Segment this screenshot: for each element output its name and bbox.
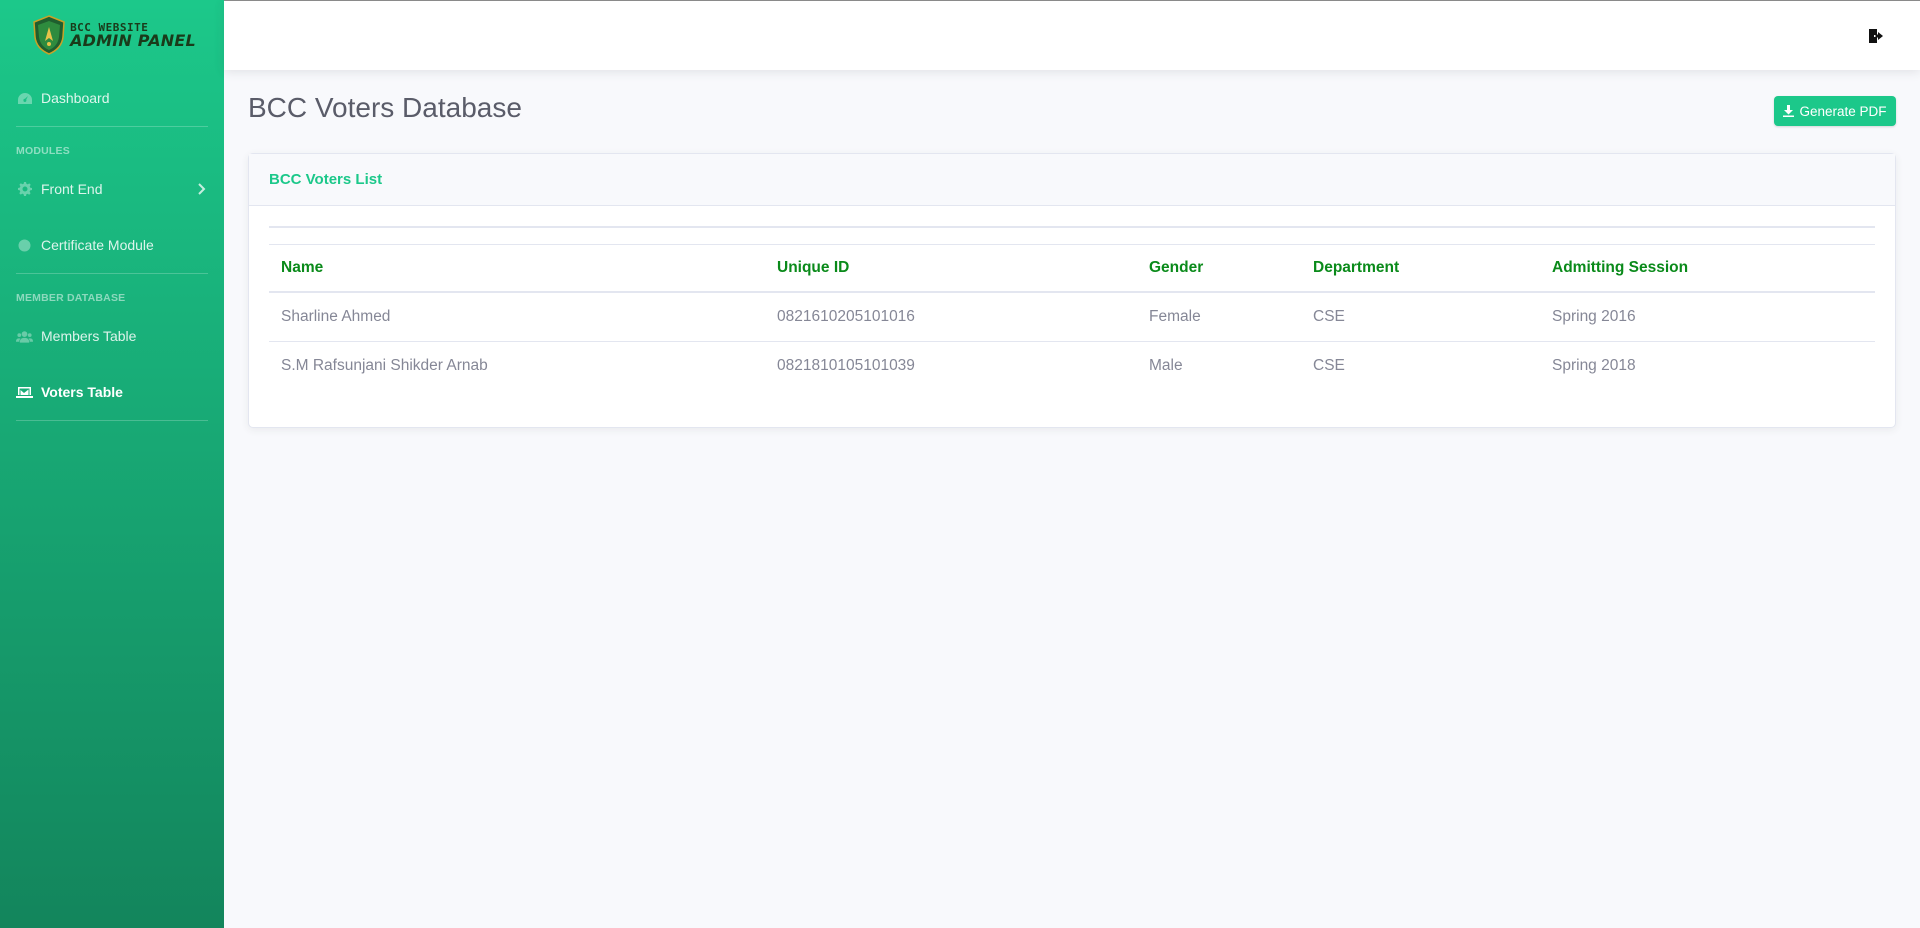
- column-header-name[interactable]: Name: [269, 244, 765, 293]
- brand[interactable]: BCC WEBSITE ADMIN PANEL: [0, 0, 224, 70]
- sidebar-item-dashboard[interactable]: Dashboard: [0, 70, 224, 126]
- laptop-icon: [16, 385, 33, 399]
- users-icon: [16, 329, 33, 343]
- card-title: BCC Voters List: [249, 154, 1895, 206]
- cell-unique-id: 0821610205101016: [765, 292, 1137, 342]
- sidebar-item-label: Certificate Module: [41, 237, 154, 253]
- section-heading-member-database: MEMBER DATABASE: [16, 292, 126, 304]
- voters-list-card: BCC Voters List Name Unique ID Gender De…: [248, 153, 1896, 428]
- sidebar-item-label: Dashboard: [41, 90, 110, 106]
- circle-icon: [16, 238, 33, 252]
- cell-name: Sharline Ahmed: [269, 292, 765, 342]
- table-top-divider: [269, 226, 1875, 228]
- cell-admitting-session: Spring 2018: [1552, 357, 1636, 374]
- sidebar-item-members-table[interactable]: Members Table: [0, 308, 224, 364]
- brand-line-2: ADMIN PANEL: [70, 30, 196, 50]
- sidebar-item-front-end[interactable]: Front End: [0, 161, 224, 217]
- generate-pdf-button[interactable]: Generate PDF: [1774, 96, 1896, 126]
- sidebar: BCC WEBSITE ADMIN PANEL Dashboard MODULE…: [0, 0, 224, 928]
- cell-department: CSE: [1313, 357, 1345, 374]
- column-header-gender[interactable]: Gender: [1137, 244, 1301, 293]
- column-header-admitting-session[interactable]: Admitting Session: [1540, 244, 1875, 293]
- shield-logo-icon: [33, 15, 65, 55]
- sidebar-divider: [16, 420, 208, 421]
- cell-department: CSE: [1301, 292, 1540, 342]
- brand-logo: BCC WEBSITE ADMIN PANEL: [32, 15, 196, 55]
- topbar: [224, 0, 1920, 70]
- cell-unique-id: 0821810105101039: [777, 357, 915, 374]
- voters-table: Name Unique ID Gender Department Admitti…: [269, 244, 1875, 390]
- cell-name: S.M Rafsunjani Shikder Arnab: [281, 357, 488, 374]
- table-row: S.M Rafsunjani Shikder Arnab 08218101051…: [269, 342, 1875, 391]
- gear-icon: [16, 182, 33, 196]
- download-icon: [1783, 105, 1795, 117]
- table-row: Sharline Ahmed 0821610205101016 Female C…: [269, 292, 1875, 342]
- table-header-row: Name Unique ID Gender Department Admitti…: [269, 244, 1875, 293]
- section-heading-modules: MODULES: [16, 145, 70, 157]
- cell-gender: Female: [1137, 292, 1301, 342]
- chevron-right-icon: [198, 183, 206, 195]
- column-header-unique-id[interactable]: Unique ID: [765, 244, 1137, 293]
- sidebar-item-certificate-module[interactable]: Certificate Module: [0, 217, 224, 273]
- column-header-department[interactable]: Department: [1301, 244, 1540, 293]
- sign-out-icon[interactable]: [1868, 28, 1884, 44]
- cell-gender: Male: [1149, 357, 1183, 374]
- page-title: BCC Voters Database: [248, 92, 522, 123]
- sidebar-item-label: Members Table: [41, 328, 137, 344]
- sidebar-item-voters-table[interactable]: Voters Table: [0, 364, 224, 420]
- cell-admitting-session: Spring 2016: [1540, 292, 1875, 342]
- generate-pdf-label: Generate PDF: [1799, 103, 1887, 119]
- sidebar-item-label: Voters Table: [41, 384, 123, 400]
- tachometer-icon: [16, 91, 33, 105]
- sidebar-item-label: Front End: [41, 181, 103, 197]
